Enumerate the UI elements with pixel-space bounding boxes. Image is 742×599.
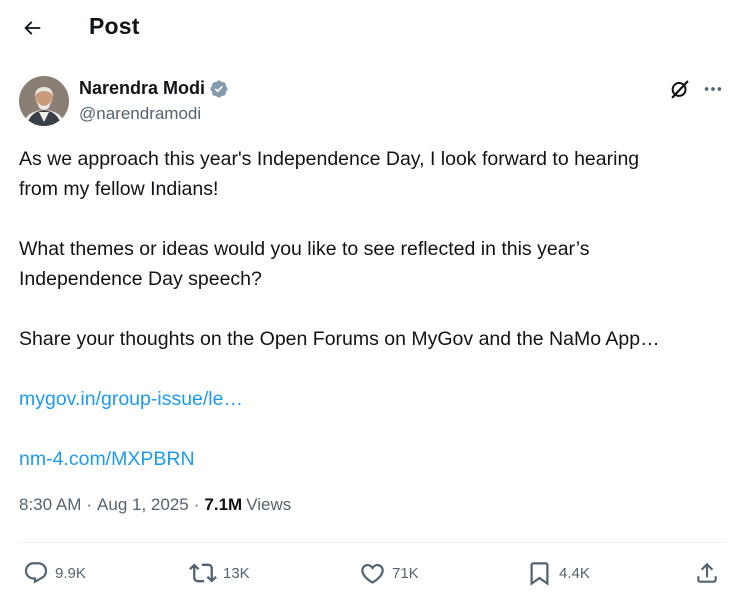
post-meta: 8:30 AM · Aug 1, 2025 · 7.1M Views — [19, 495, 292, 515]
arrow-left-icon — [24, 21, 41, 35]
grok-icon — [671, 80, 689, 99]
share-icon — [697, 562, 717, 583]
bookmark-count: 4.4K — [559, 564, 590, 582]
tweet-line: from my fellow Indians! — [19, 178, 219, 200]
post-time[interactable]: 8:30 AM — [19, 495, 81, 515]
repost-button[interactable]: 13K — [189, 555, 250, 591]
mygov-link[interactable]: mygov.in/group-issue/le… — [19, 388, 243, 410]
like-count: 71K — [392, 564, 419, 582]
more-button[interactable] — [702, 78, 724, 100]
tweet-line: What themes or ideas would you like to s… — [19, 238, 590, 260]
tweet-line: Share your thoughts on the Open Forums o… — [19, 328, 660, 350]
views-count: 7.1M — [204, 495, 243, 514]
action-bar: 9.9K 13K 71K 4.4K — [19, 555, 727, 591]
reply-icon — [24, 562, 48, 584]
heart-icon — [361, 563, 384, 584]
verified-badge-icon — [209, 79, 229, 99]
tweet-text: As we approach this year's Independence … — [19, 144, 729, 474]
author-row: Narendra Modi @narendramodi — [19, 76, 727, 128]
back-button[interactable] — [14, 10, 50, 46]
reply-button[interactable]: 9.9K — [23, 555, 86, 591]
bookmark-icon — [530, 561, 549, 586]
repost-count: 13K — [223, 564, 250, 582]
divider — [19, 542, 727, 543]
like-button[interactable]: 71K — [359, 555, 419, 591]
post-date[interactable]: Aug 1, 2025 — [97, 495, 189, 515]
post-header: Post — [0, 0, 742, 56]
avatar[interactable] — [19, 76, 69, 126]
author-name: Narendra Modi — [79, 78, 206, 98]
reply-count: 9.9K — [55, 564, 86, 582]
share-button[interactable] — [694, 555, 720, 591]
grok-button[interactable] — [669, 78, 691, 100]
more-dots-icon — [704, 87, 722, 91]
author-name-link[interactable]: Narendra Modi — [79, 78, 229, 99]
tweet-line: As we approach this year's Independence … — [19, 148, 640, 170]
bookmark-button[interactable]: 4.4K — [526, 555, 590, 591]
nm4-link[interactable]: nm-4.com/MXPBRN — [19, 448, 195, 470]
views-label: Views — [246, 495, 292, 514]
author-handle[interactable]: @narendramodi — [79, 104, 201, 124]
repost-icon — [189, 563, 217, 583]
tweet-line: Independence Day speech? — [19, 268, 262, 290]
page-title: Post — [89, 13, 140, 39]
